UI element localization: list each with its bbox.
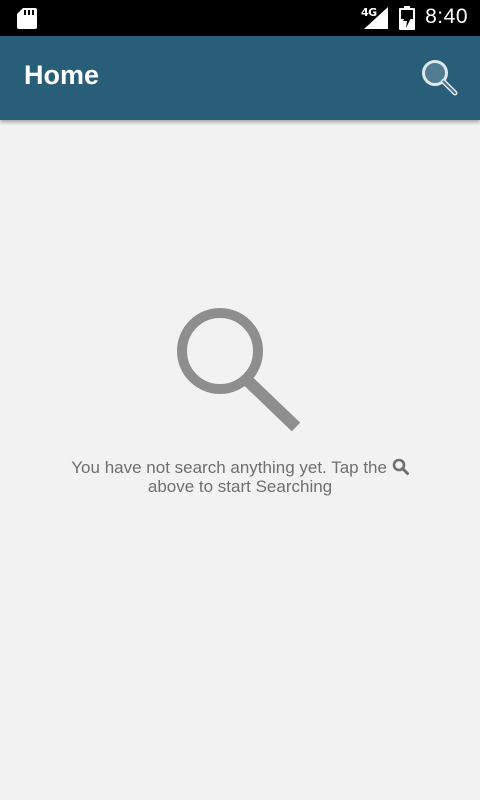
- page-title: Home: [24, 60, 100, 90]
- empty-state-message-part1: You have not search anything yet. Tap th…: [71, 458, 387, 477]
- signal-icon: [364, 7, 388, 29]
- inline-search-icon: [392, 458, 409, 475]
- search-icon[interactable]: [420, 58, 460, 98]
- status-clock: 8:40: [425, 5, 468, 28]
- empty-search-icon: [177, 308, 301, 432]
- status-bar: 4G 8:40: [0, 0, 480, 36]
- empty-search-state: You have not search anything yet. Tap th…: [0, 300, 480, 496]
- app-bar: Home: [0, 36, 480, 120]
- empty-state-message: You have not search anything yet. Tap th…: [0, 458, 480, 496]
- battery-charging-icon: [399, 6, 415, 30]
- sd-card-icon: [17, 8, 37, 29]
- empty-state-message-part2: above to start Searching: [147, 477, 333, 496]
